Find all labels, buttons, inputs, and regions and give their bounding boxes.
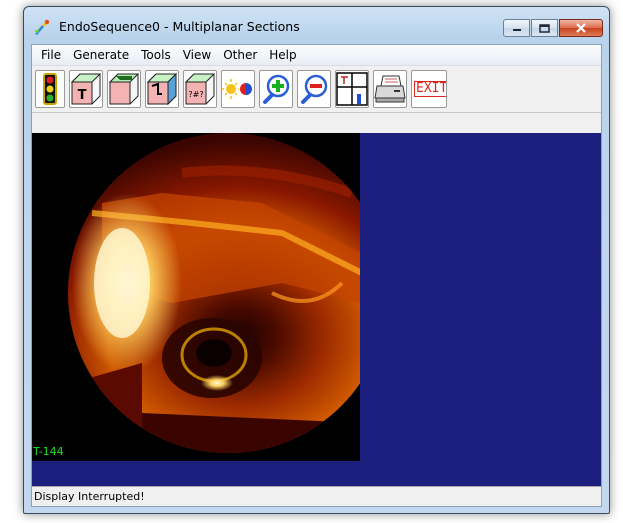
transverse-section-button[interactable]: T — [69, 70, 103, 108]
menu-file[interactable]: File — [35, 45, 67, 65]
cube-question-icon: ?#? — [184, 73, 216, 105]
lighting-color-button[interactable] — [221, 70, 255, 108]
client-area: File Generate Tools View Other Help T ?#… — [31, 44, 602, 507]
traffic-light-button[interactable] — [35, 70, 65, 108]
close-icon — [576, 23, 586, 33]
maximize-icon — [539, 23, 550, 33]
cube-s-icon — [146, 72, 178, 106]
multiplanar-grid-icon — [336, 72, 368, 106]
zoom-out-button[interactable] — [297, 70, 331, 108]
printer-icon — [374, 75, 406, 103]
menu-help[interactable]: Help — [263, 45, 302, 65]
zoom-out-icon — [301, 74, 328, 104]
svg-text:T: T — [78, 88, 87, 103]
frame-label: T-144 — [33, 445, 64, 458]
svg-text:?#?: ?#? — [188, 90, 203, 99]
endoscopic-view[interactable]: T-144 — [32, 133, 360, 461]
zoom-in-button[interactable] — [259, 70, 293, 108]
maximize-button[interactable] — [531, 19, 558, 37]
minimize-icon — [512, 29, 521, 31]
exit-icon: EXIT — [414, 81, 446, 97]
menu-bar: File Generate Tools View Other Help — [32, 45, 601, 66]
layout-grid-button[interactable] — [335, 70, 369, 108]
status-bar: Display Interrupted! — [32, 486, 601, 506]
sagittal-section-button[interactable] — [145, 70, 179, 108]
sun-color-icon — [222, 79, 252, 99]
status-text: Display Interrupted! — [34, 490, 145, 503]
toolbar: T ?#? EXIT — [32, 66, 601, 113]
print-button[interactable] — [373, 70, 407, 108]
caption-buttons — [502, 19, 603, 39]
menu-view[interactable]: View — [177, 45, 217, 65]
cube-t-icon: T — [70, 73, 102, 105]
title-bar[interactable]: EndoSequence0 - Multiplanar Sections — [24, 7, 609, 43]
cube-c-icon — [108, 73, 140, 105]
exit-button[interactable]: EXIT — [411, 70, 447, 108]
app-window: EndoSequence0 - Multiplanar Sections Fil… — [23, 6, 610, 514]
close-button[interactable] — [559, 19, 603, 37]
window-title: EndoSequence0 - Multiplanar Sections — [59, 19, 300, 34]
endoscopy-image — [32, 133, 360, 461]
traffic-light-icon — [43, 73, 57, 105]
menu-other[interactable]: Other — [217, 45, 263, 65]
app-icon — [34, 19, 50, 35]
section-info-button[interactable]: ?#? — [183, 70, 217, 108]
minimize-button[interactable] — [503, 19, 530, 37]
zoom-in-icon — [263, 74, 290, 104]
menu-tools[interactable]: Tools — [135, 45, 177, 65]
display-area: T-144 — [32, 133, 601, 488]
coronal-section-button[interactable] — [107, 70, 141, 108]
menu-generate[interactable]: Generate — [67, 45, 135, 65]
